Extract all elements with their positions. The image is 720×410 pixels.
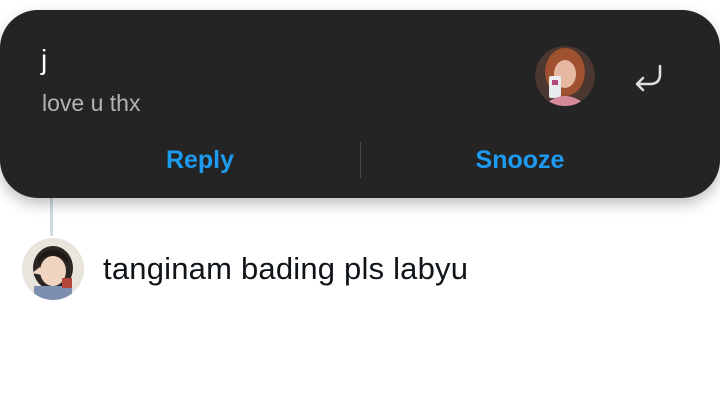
tweet-author-avatar[interactable] xyxy=(22,238,84,300)
action-divider xyxy=(360,142,361,178)
notification-sender: j xyxy=(41,44,48,75)
reply-arrow-icon[interactable] xyxy=(630,60,666,100)
thread-connector-line xyxy=(50,196,53,236)
notification-popup[interactable]: j love u thx Reply Snooze xyxy=(0,10,720,198)
tweet-row[interactable]: tanginam bading pls labyu xyxy=(22,238,468,300)
tweet-text: tanginam bading pls labyu xyxy=(103,251,469,286)
notification-actions: Reply Snooze xyxy=(0,140,720,180)
snooze-button[interactable]: Snooze xyxy=(440,140,600,180)
notification-message: love u thx xyxy=(42,90,141,116)
reply-button[interactable]: Reply xyxy=(120,140,280,180)
sender-avatar xyxy=(535,46,595,106)
